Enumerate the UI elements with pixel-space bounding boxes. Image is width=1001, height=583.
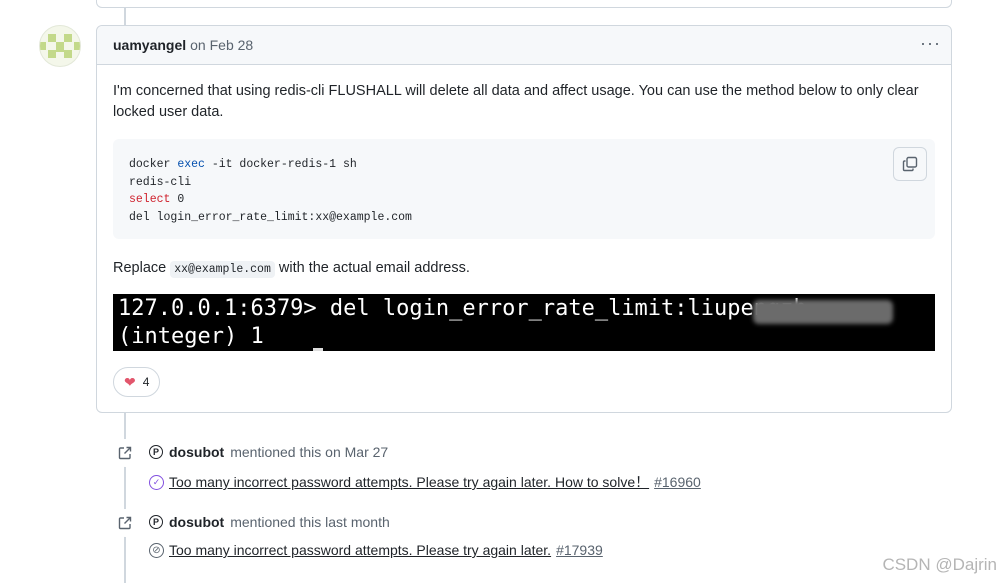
kebab-horizontal-icon[interactable]: ··· <box>920 34 941 52</box>
copy-icon <box>902 156 918 172</box>
code-line: select 0 <box>129 193 185 206</box>
heart-icon: ❤ <box>124 373 136 390</box>
timeline-line <box>124 8 126 25</box>
terminal-cursor <box>313 348 323 351</box>
copy-button[interactable] <box>893 147 927 181</box>
reaction-heart-button[interactable]: ❤ 4 <box>113 367 161 397</box>
bot-avatar[interactable]: P <box>149 445 163 459</box>
replace-instruction: Replace xx@example.com with the actual e… <box>113 260 470 278</box>
event-action-text: mentioned this on Mar 27 <box>230 444 389 460</box>
issue-open-icon: ✓ <box>149 474 164 490</box>
previous-comment-card-edge <box>96 0 952 8</box>
terminal-line-2: (integer) 1 <box>118 324 264 349</box>
event-actor-link[interactable]: dosubot <box>169 444 224 460</box>
issue-number-link[interactable]: #16960 <box>654 474 701 490</box>
comment-author-link[interactable]: uamyangel <box>113 37 186 53</box>
author-avatar[interactable] <box>39 25 81 67</box>
cross-reference-icon <box>111 509 139 537</box>
code-line: redis-cli <box>129 175 192 189</box>
code-block: docker exec -it docker-redis-1 sh redis-… <box>113 139 935 239</box>
watermark: CSDN @Dajrin <box>882 555 997 574</box>
cross-reference-icon <box>111 439 139 467</box>
reaction-count: 4 <box>142 375 150 389</box>
bot-avatar[interactable]: P <box>149 515 163 529</box>
comment-card: uamyangel on Feb 28 ··· I'm concerned th… <box>96 25 952 413</box>
comment-body-text: I'm concerned that using redis-cli FLUSH… <box>113 83 919 120</box>
comment-header: uamyangel on Feb 28 ··· <box>97 26 951 65</box>
referenced-issue-link[interactable]: ✓ Too many incorrect password attempts. … <box>149 472 701 492</box>
code-line: del login_error_rate_limit:xx@example.co… <box>129 210 412 224</box>
code-line: docker exec -it docker-redis-1 sh <box>129 158 357 171</box>
event-action-text: mentioned this last month <box>230 514 390 530</box>
issue-number-link[interactable]: #17939 <box>556 542 603 558</box>
referenced-issue-link[interactable]: ⊘ Too many incorrect password attempts. … <box>149 542 603 558</box>
issue-closed-not-planned-icon: ⊘ <box>149 542 164 558</box>
comment-date-link[interactable]: on Feb 28 <box>190 37 253 53</box>
terminal-screenshot-image: 127.0.0.1:6379> del login_error_rate_lim… <box>113 294 935 351</box>
redaction-blur <box>753 300 893 324</box>
event-actor-link[interactable]: dosubot <box>169 514 224 530</box>
issue-title-link[interactable]: Too many incorrect password attempts. Pl… <box>169 542 551 558</box>
inline-code: xx@example.com <box>170 261 275 278</box>
issue-title-link[interactable]: Too many incorrect password attempts. Pl… <box>169 472 649 492</box>
